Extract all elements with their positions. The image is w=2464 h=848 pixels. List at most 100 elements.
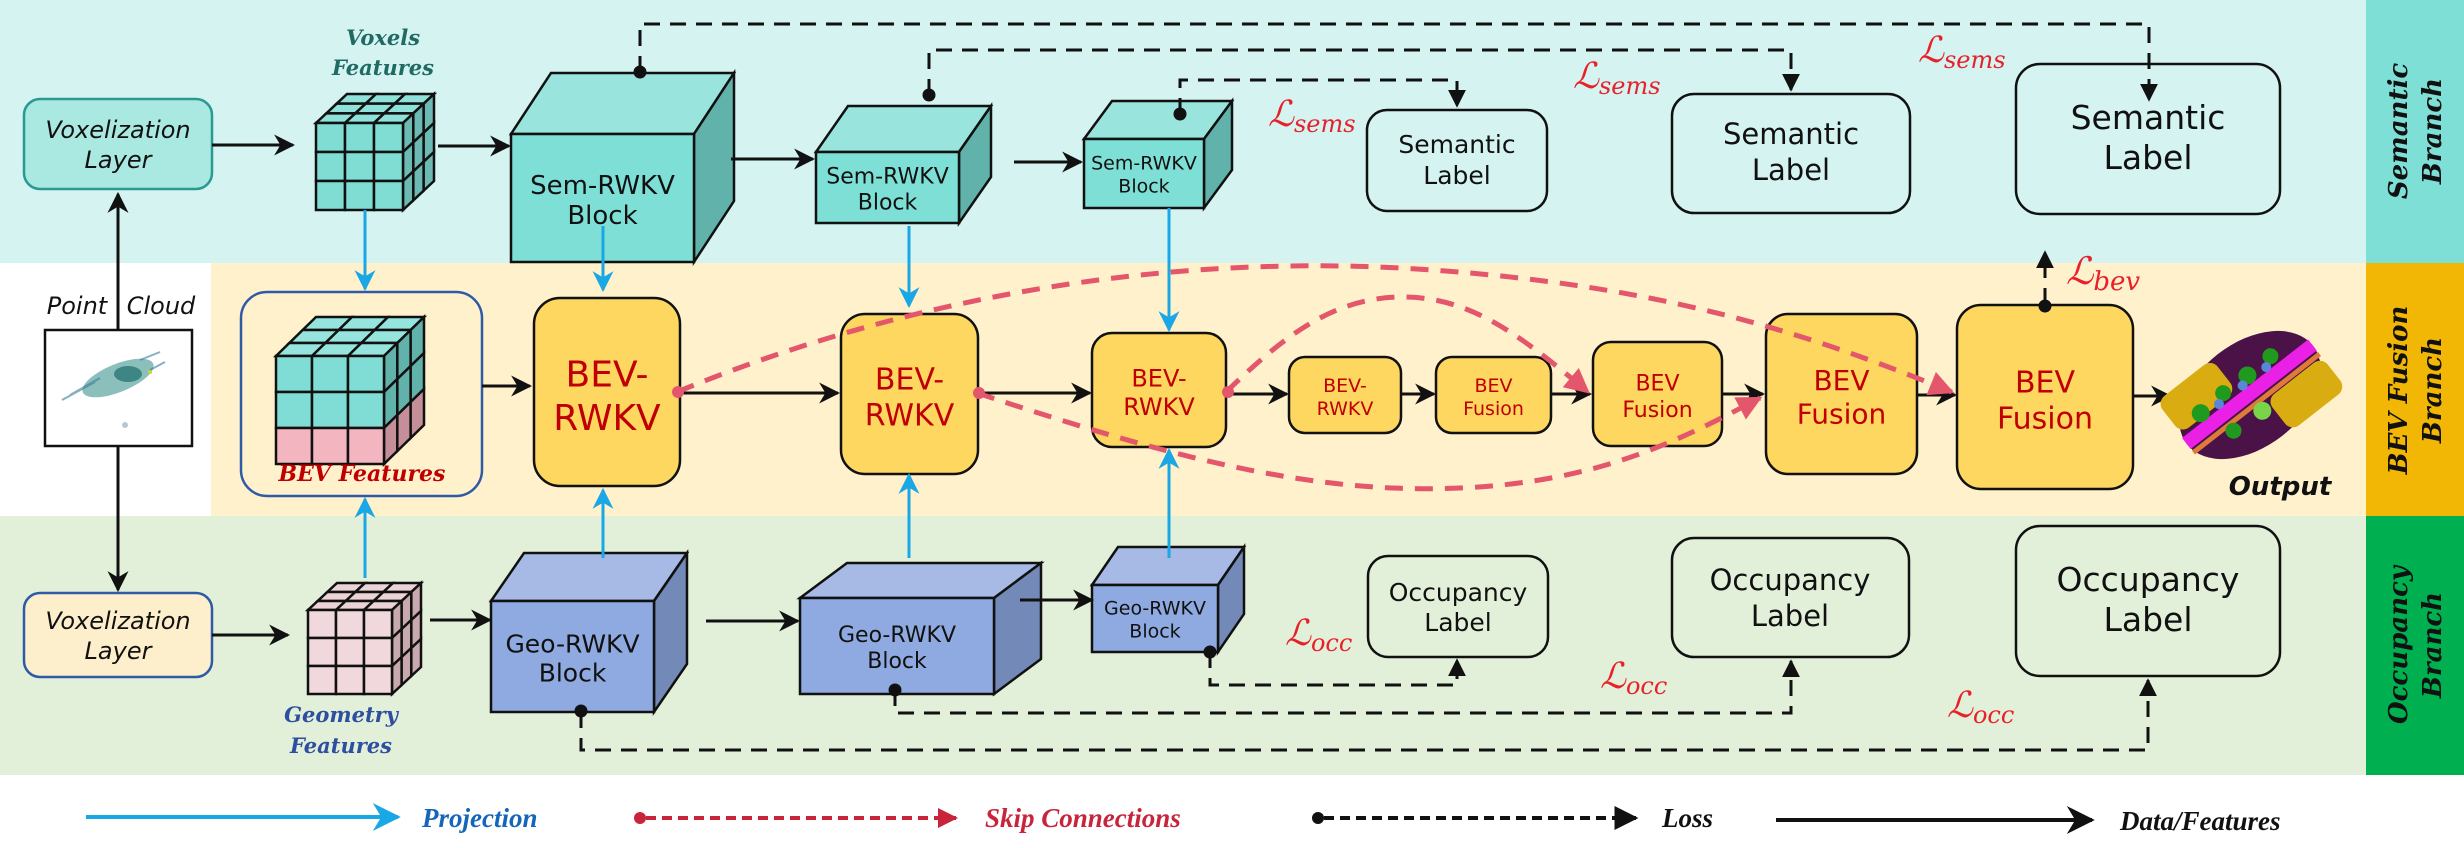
bev-block-7-label-1: BEV: [1813, 364, 1869, 397]
geoCube-front-cell: [362, 636, 394, 668]
bev-branch-tab: [2366, 263, 2464, 516]
occupancy-label-1-line2: Label: [1424, 608, 1491, 637]
occupancy-label-2-line1: Occupancy: [1710, 563, 1871, 597]
skip-origin-bev3: [1222, 386, 1234, 398]
occupancy-label-1-line1: Occupancy: [1389, 578, 1528, 607]
semantic-branch-label-2: Branch: [2418, 78, 2448, 185]
geoCube-front-cell: [362, 608, 394, 640]
geoCube-front-cell: [334, 636, 366, 668]
bev-block-5[interactable]: BEVFusion: [1434, 355, 1553, 435]
geo-rwkv-block-1-label-1: Geo-RWKV: [505, 630, 639, 659]
voxels-features-label-2: Features: [331, 55, 434, 80]
geoCube-front-cell: [334, 664, 366, 696]
semantic-label-1-line1: Semantic: [1398, 130, 1515, 159]
legend-data-label: Data/Features: [2119, 806, 2281, 836]
geoCube-front-cell: [334, 608, 366, 640]
voxelization-bottom-line1: Voxelization: [45, 607, 190, 635]
loss-dot-geo1: [574, 704, 588, 718]
semantic-label-1-line2: Label: [1423, 161, 1490, 190]
bev-block-7-label-2: Fusion: [1797, 397, 1887, 430]
geo-rwkv-block-3-label-2: Block: [1129, 621, 1180, 643]
geoCube-front-cell: [362, 664, 394, 696]
voxelization-layer-top[interactable]: [22, 97, 214, 191]
voxelization-top-line1: Voxelization: [45, 116, 190, 144]
sem-rwkv-block-2[interactable]: Sem-RWKVBlock: [813, 102, 994, 227]
bevCube-front-cell: [274, 390, 314, 430]
bev-branch-label-2: Branch: [2418, 337, 2448, 444]
geo-rwkv-block-3-label-1: Geo-RWKV: [1104, 598, 1206, 620]
sem-rwkv-block-3-label-2: Block: [1118, 176, 1169, 198]
bev-block-3-label-1: BEV-: [1131, 364, 1186, 392]
loss-dot-geo3: [1203, 645, 1217, 659]
geometry-features-cube: [304, 580, 425, 697]
bevCube-front-cell: [346, 390, 386, 430]
bev-block-4-label-1: BEV-: [1323, 375, 1367, 397]
voxels-features-cube: [312, 91, 438, 213]
bev-block-1[interactable]: BEV-RWKV: [532, 296, 682, 488]
bev-block-3[interactable]: BEV-RWKV: [1090, 331, 1228, 449]
legend-skip-dot: [634, 812, 646, 824]
voxelization-top-line2: Layer: [85, 146, 154, 174]
geoCube-front-cell: [306, 636, 338, 668]
geoCube-front-cell: [306, 664, 338, 696]
semantic-branch-label-1: Semantic: [2384, 63, 2414, 199]
bevCube-front-cell: [310, 354, 350, 394]
occupancy-branch-label-2: Branch: [2418, 592, 2448, 699]
voxCube-front-cell: [314, 150, 347, 183]
loss-dot-sem1: [633, 65, 647, 79]
architecture-diagram: Semantic Branch BEV Fusion Branch Occupa…: [0, 0, 2464, 836]
bev-block-6-label-1: BEV: [1635, 372, 1679, 397]
occupancy-branch-tab: [2366, 516, 2464, 775]
voxCube-front-cell: [372, 179, 405, 212]
semantic-label-3-line1: Semantic: [2071, 98, 2226, 137]
occupancy-label-box-2: [1670, 536, 1911, 659]
geo-rwkv-block-1[interactable]: Geo-RWKVBlock: [488, 548, 690, 717]
output-label: Output: [2229, 472, 2333, 502]
occupancy-label-3-line2: Label: [2103, 600, 2192, 639]
occupancy-branch-label-1: Occupancy: [2384, 564, 2414, 724]
point-cloud-label-1: Point: [47, 292, 109, 320]
semantic-label-2-line2: Label: [1752, 153, 1830, 187]
geo-rwkv-block-2-label-2: Block: [867, 649, 927, 674]
semantic-branch-tab: [2366, 0, 2464, 263]
occupancy-label-2-line2: Label: [1751, 599, 1829, 633]
sem-rwkv-block-2-label-2: Block: [858, 191, 918, 216]
voxCube-front-cell: [343, 150, 376, 183]
bev-block-5-label-1: BEV: [1474, 375, 1512, 397]
geo-rwkv-block-2[interactable]: Geo-RWKVBlock: [796, 560, 1045, 697]
legend-skip-label: Skip Connections: [985, 803, 1181, 833]
point-cloud-image: [43, 328, 194, 448]
voxels-features-label-1: Voxels: [346, 25, 420, 50]
bev-block-7[interactable]: BEVFusion: [1764, 312, 1919, 476]
geometry-features-label-1: Geometry: [284, 702, 400, 727]
bev-block-8[interactable]: BEVFusion: [1955, 303, 2135, 491]
sem-rwkv-block-3[interactable]: Sem-RWKVBlock: [1081, 97, 1235, 212]
loss-dot-sem3: [1173, 107, 1187, 121]
bevCube-front-cell: [346, 426, 386, 466]
bev-block-4-label-2: RWKV: [1317, 398, 1374, 420]
bev-block-1-label-1: BEV-: [566, 355, 649, 396]
loss-dot-bev: [2038, 299, 2052, 313]
legend-loss-label: Loss: [1661, 803, 1713, 833]
bev-block-4[interactable]: BEV-RWKV: [1287, 355, 1403, 435]
sem-rwkv-block-1[interactable]: Sem-RWKVBlock: [508, 68, 737, 267]
loss-dot-sem2: [922, 88, 936, 102]
bevCube-front-cell: [274, 354, 314, 394]
bev-block-6-label-2: Fusion: [1622, 398, 1692, 423]
bevCube-front-cell: [310, 426, 350, 466]
loss-dot-geo2: [888, 683, 902, 697]
legend-projection-label: Projection: [421, 803, 538, 833]
sem-rwkv-block-3-label-1: Sem-RWKV: [1091, 153, 1197, 175]
voxCube-front-cell: [343, 121, 376, 154]
bev-block-1-label-2: RWKV: [553, 398, 661, 439]
semantic-label-3-line2: Label: [2103, 138, 2192, 177]
geometry-features-label-2: Features: [289, 733, 392, 758]
voxelization-bottom-line2: Layer: [85, 637, 154, 665]
geoCube-front-cell: [306, 608, 338, 640]
voxCube-front-cell: [372, 150, 405, 183]
geo-rwkv-block-3[interactable]: Geo-RWKVBlock: [1089, 542, 1247, 657]
bev-block-2[interactable]: BEV-RWKV: [839, 312, 980, 476]
bevCube-front-cell: [274, 426, 314, 466]
bev-block-6[interactable]: BEVFusion: [1591, 340, 1724, 448]
voxCube-front-cell: [372, 121, 405, 154]
